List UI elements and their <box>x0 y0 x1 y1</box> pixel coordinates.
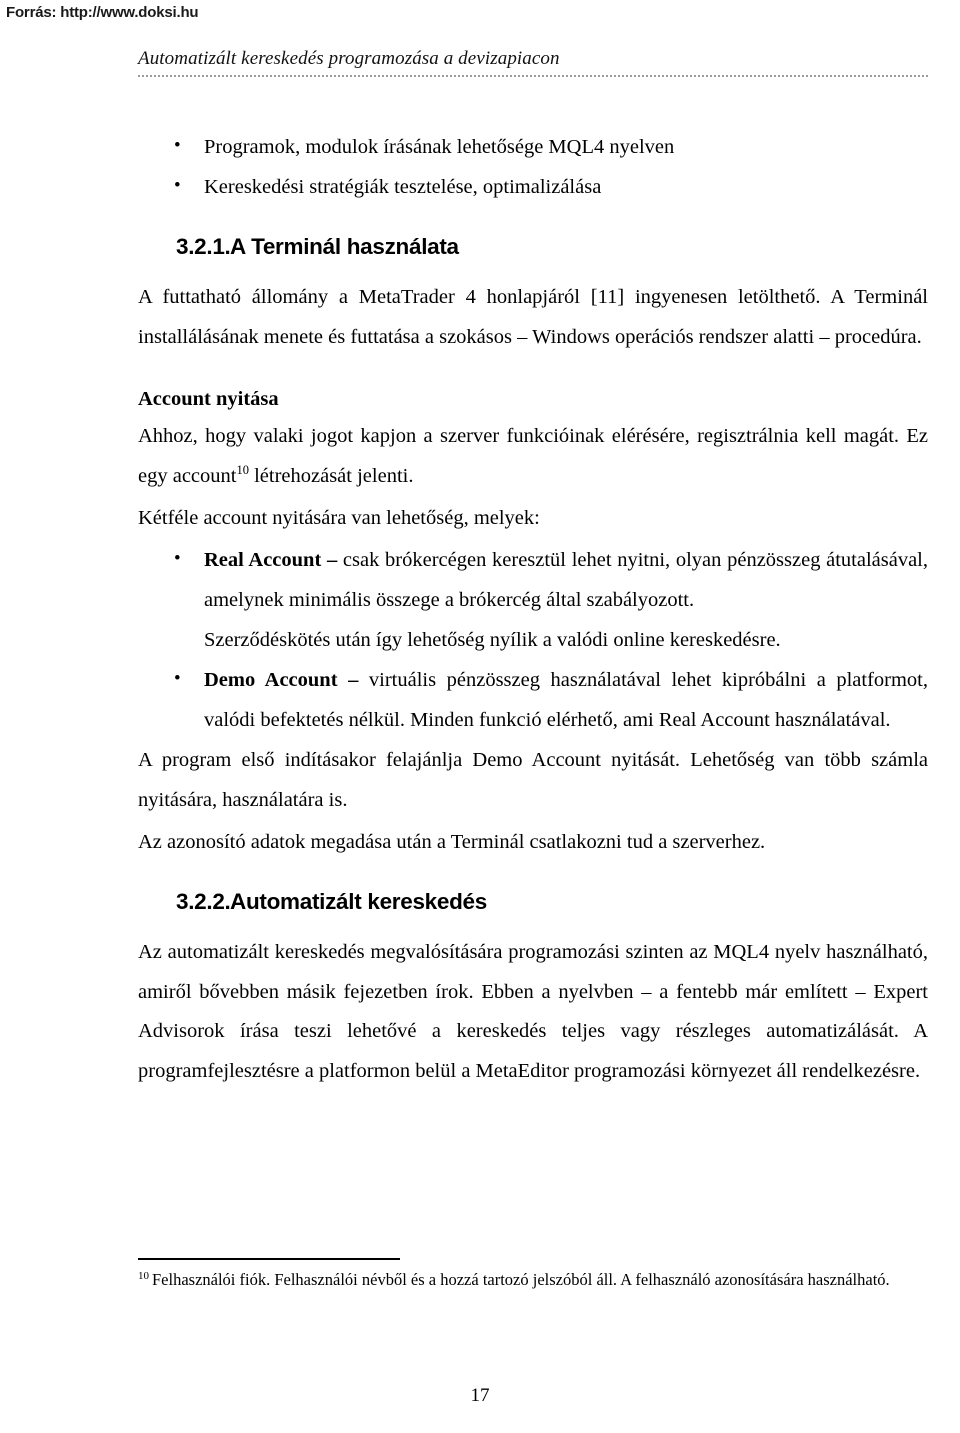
account-paragraph-2: Kétféle account nyitására van lehetőség,… <box>138 506 540 529</box>
footnote-number: 10 <box>138 1269 149 1282</box>
section-heading-321: 3.2.1. A Terminál használata <box>138 234 928 260</box>
list-item: Programok, modulok írásának lehetősége M… <box>138 127 928 168</box>
real-account-dash: – <box>321 548 343 571</box>
account-paragraph-4: Az azonosító adatok megadása után a Term… <box>138 830 766 853</box>
demo-account-list: Demo Account – virtuális pénzösszeg hasz… <box>138 660 928 741</box>
intro-bullet-list: Programok, modulok írásának lehetősége M… <box>138 127 928 208</box>
footnote-body: Felhasználói fiók. Felhasználói névből é… <box>152 1270 890 1289</box>
section-number: 3.2.1. <box>176 233 231 259</box>
account-paragraph-3: A program első indításakor felajánlja De… <box>138 748 928 811</box>
section-title: A Terminál használata <box>230 233 459 259</box>
account-subheading: Account nyitása <box>138 387 279 410</box>
running-header: Automatizált kereskedés programozása a d… <box>138 48 928 77</box>
list-item: Kereskedési stratégiák tesztelése, optim… <box>138 167 928 208</box>
section-322-paragraph: Az automatizált kereskedés megvalósításá… <box>138 940 928 1083</box>
footnote-entry: 10 Felhasználói fiók. Felhasználói névből… <box>138 1268 928 1292</box>
header-title: Automatizált kereskedés programozása a d… <box>138 48 560 69</box>
demo-account-term: Demo Account <box>204 668 338 691</box>
footnote-area: 10 Felhasználói fiók. Felhasználói névből… <box>138 1258 928 1292</box>
section-title: Automatizált kereskedés <box>230 888 487 914</box>
list-item-real-account: Real Account – csak brókercégen keresztü… <box>138 540 928 621</box>
real-account-term: Real Account <box>204 548 322 571</box>
section-heading-322: 3.2.2. Automatizált kereskedés <box>138 889 928 915</box>
account-paragraph-1: Ahhoz, hogy valaki jogot kapjon a szerve… <box>138 417 928 497</box>
account-type-list: Real Account – csak brókercégen keresztü… <box>138 540 928 621</box>
footnote-separator <box>138 1258 400 1260</box>
page-number: 17 <box>470 1385 490 1406</box>
demo-account-dash: – <box>337 668 369 691</box>
section-number: 3.2.2. <box>176 888 231 914</box>
footnote-marker-inline: 10 <box>236 463 249 478</box>
section-321-paragraph: A futtatható állomány a MetaTrader 4 hon… <box>138 285 928 348</box>
account-paragraph-1-text-b: létrehozását jelenti. <box>248 464 414 487</box>
page-content: Programok, modulok írásának lehetősége M… <box>138 127 928 1094</box>
real-account-continuation: Szerződéskötés után így lehetőség nyílik… <box>204 628 781 651</box>
source-watermark: Forrás: http://www.doksi.hu <box>6 4 199 21</box>
header-divider <box>138 73 928 77</box>
list-item-demo-account: Demo Account – virtuális pénzösszeg hasz… <box>138 660 928 741</box>
